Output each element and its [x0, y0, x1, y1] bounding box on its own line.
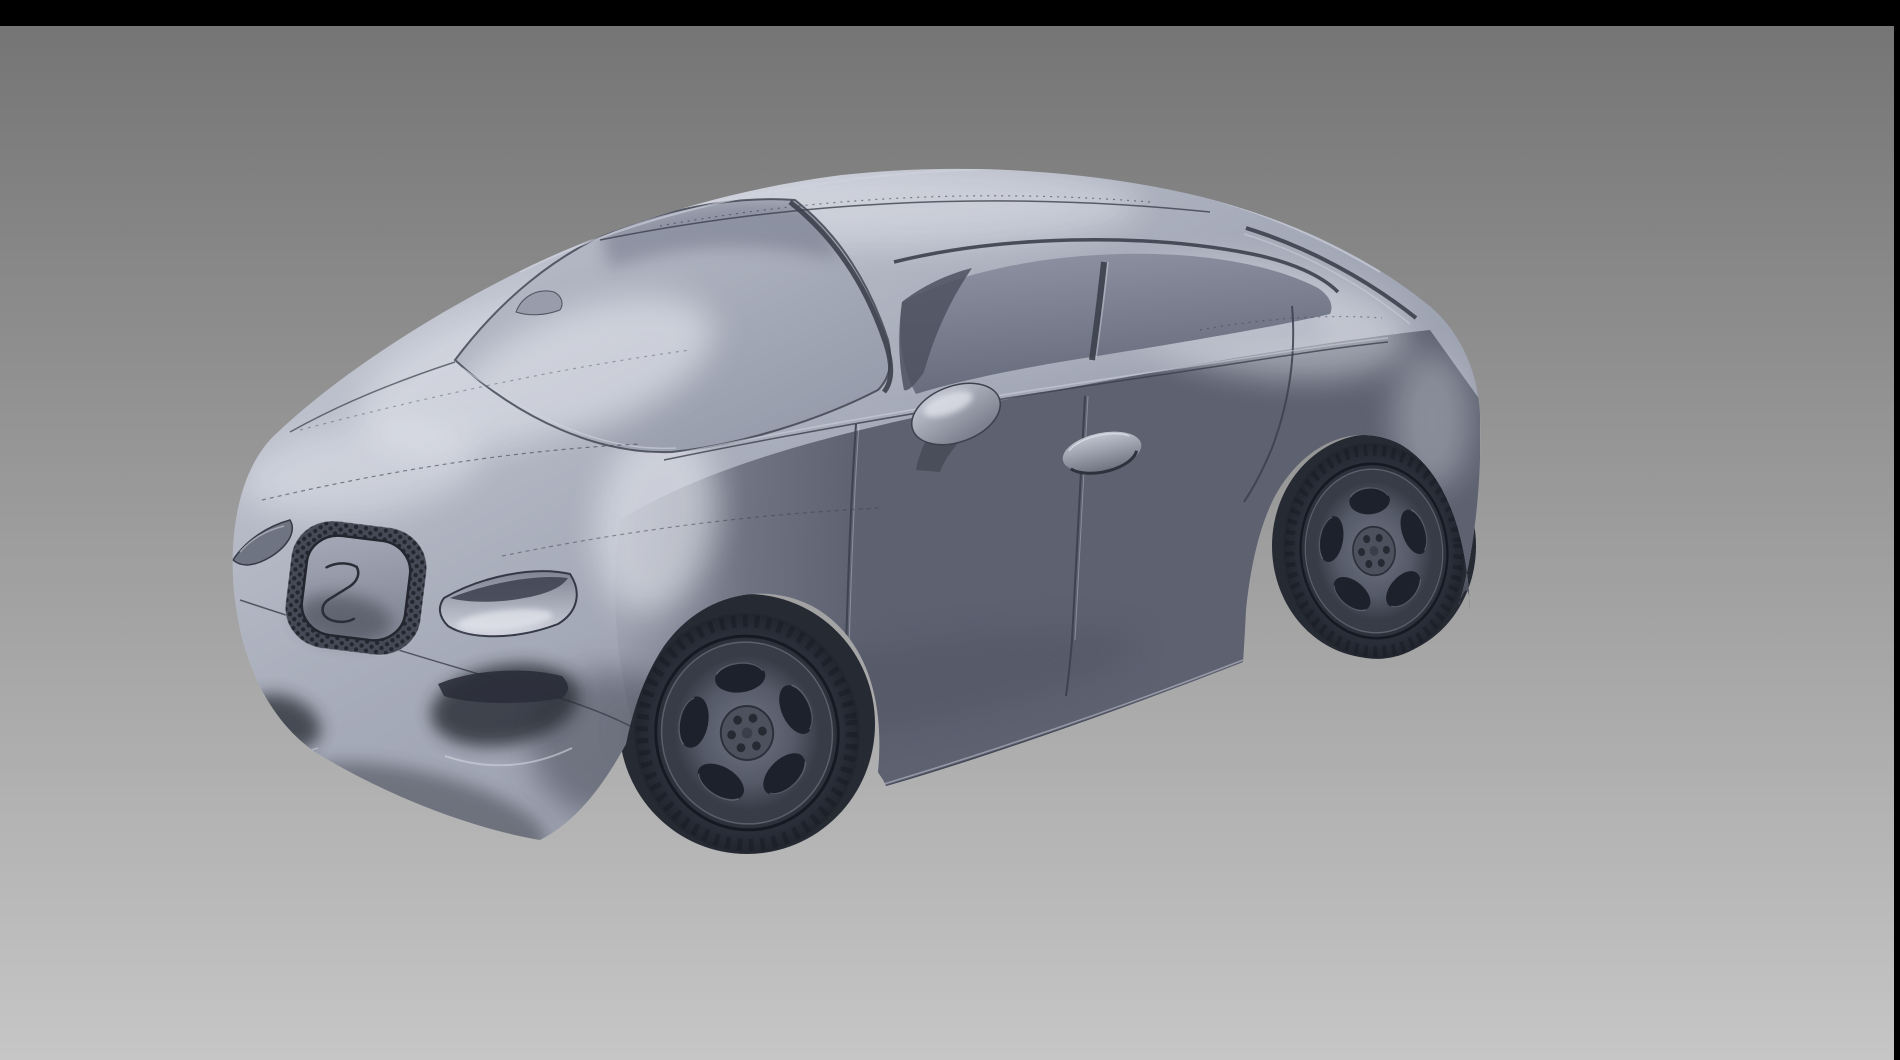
car-model-render — [0, 0, 1900, 1060]
right-letterbox-bar — [1894, 0, 1900, 1060]
app-screen — [0, 0, 1900, 1060]
cad-3d-viewport[interactable] — [0, 26, 1894, 1060]
grille — [281, 516, 432, 660]
top-letterbox-bar — [0, 0, 1900, 26]
